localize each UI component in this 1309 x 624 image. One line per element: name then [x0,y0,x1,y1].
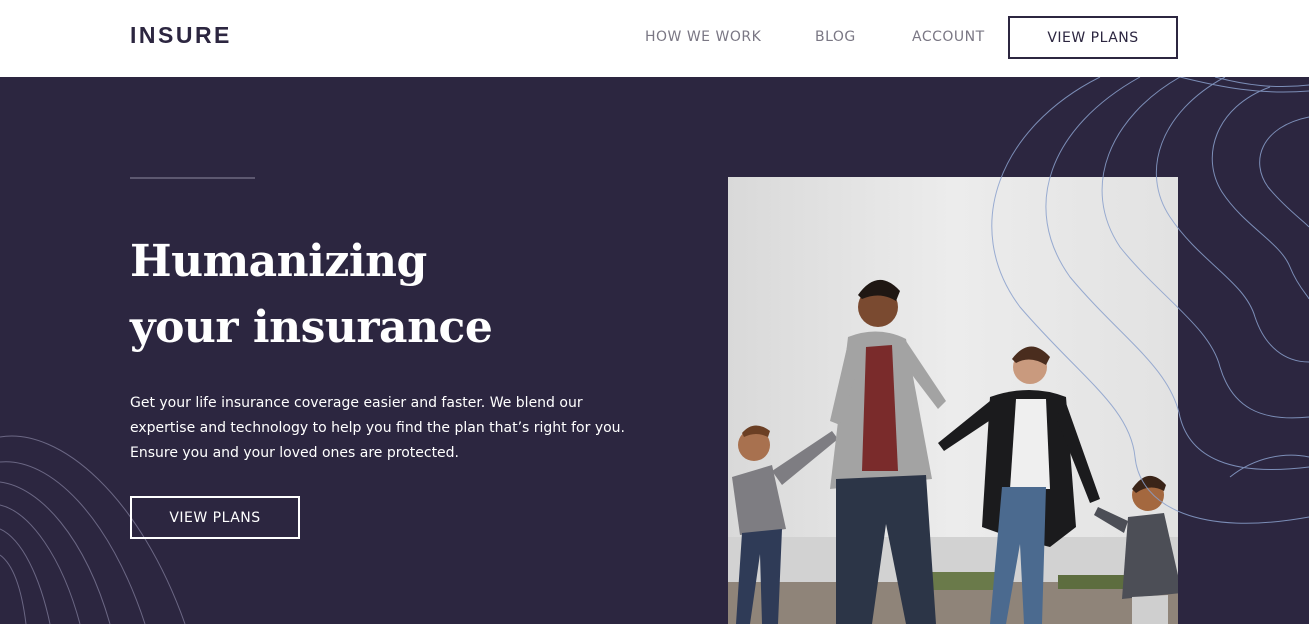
family-walking-photo [728,177,1178,624]
nav-link-account[interactable]: ACCOUNT [912,29,985,45]
hero-title: Humanizing your insurance [130,229,690,361]
header-view-plans-button[interactable]: VIEW PLANS [1008,16,1178,59]
site-header: INSURE HOW WE WORK BLOG ACCOUNT VIEW PLA… [0,0,1309,77]
hero-description: Get your life insurance coverage easier … [130,395,625,461]
hero-title-line-2: your insurance [130,302,493,353]
hero-view-plans-button[interactable]: VIEW PLANS [130,496,300,539]
logo[interactable]: INSURE [130,22,232,49]
decorative-rule [130,177,255,179]
nav-link-blog[interactable]: BLOG [815,29,856,45]
photo-illustration [728,177,1178,624]
hero-title-line-1: Humanizing [130,236,427,287]
nav-link-how-we-work[interactable]: HOW WE WORK [645,29,761,45]
hero-section: Humanizing your insurance Get your life … [0,77,1309,624]
